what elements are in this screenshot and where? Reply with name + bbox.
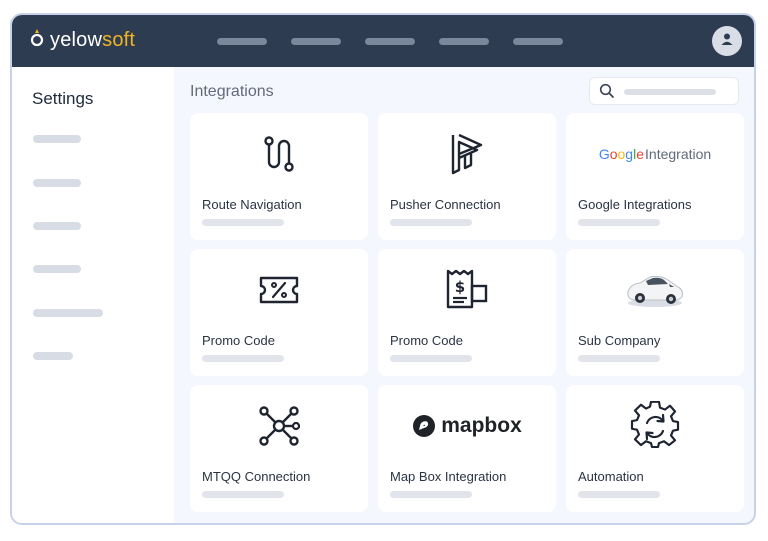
- svg-text:$: $: [455, 278, 465, 296]
- logo[interactable]: yelowsoft: [30, 28, 135, 53]
- sidebar-title: Settings: [32, 89, 94, 108]
- sidebar-item-1[interactable]: [33, 135, 81, 143]
- sidebar-item-6[interactable]: [33, 352, 73, 360]
- card-label: Route Navigation: [202, 197, 302, 212]
- user-icon: [720, 32, 734, 51]
- card-label: Pusher Connection: [390, 197, 501, 212]
- sidebar-item-3[interactable]: [33, 222, 81, 230]
- card-description: [578, 491, 660, 498]
- card-description: [202, 355, 284, 362]
- card-description: [202, 491, 284, 498]
- page-title: Integrations: [190, 83, 274, 100]
- card-promo-code-ticket[interactable]: Promo Code: [190, 249, 368, 376]
- app-window: yelowsoft Settings Integrations Route Na…: [10, 13, 756, 525]
- card-google-integrations[interactable]: Google Integration Google Integrations: [566, 113, 744, 240]
- card-description: [390, 491, 472, 498]
- card-label: Google Integrations: [578, 197, 692, 212]
- nav-item-3[interactable]: [365, 38, 415, 45]
- pusher-logo-icon: [378, 129, 556, 179]
- sidebar-item-4[interactable]: [33, 265, 81, 273]
- card-label: Promo Code: [202, 333, 275, 348]
- card-route-navigation[interactable]: Route Navigation: [190, 113, 368, 240]
- card-description: [390, 355, 472, 362]
- card-map-box-integration[interactable]: mapbox Map Box Integration: [378, 385, 556, 512]
- card-label: Promo Code: [390, 333, 463, 348]
- search-placeholder: [624, 89, 716, 95]
- google-logo-suffix: Integration: [645, 146, 712, 162]
- card-description: [578, 355, 660, 362]
- avatar[interactable]: [712, 26, 742, 56]
- card-label: MTQQ Connection: [202, 469, 311, 484]
- card-promo-code-receipt[interactable]: $ Promo Code: [378, 249, 556, 376]
- route-icon: [190, 129, 368, 179]
- card-pusher-connection[interactable]: Pusher Connection: [378, 113, 556, 240]
- nav-item-5[interactable]: [513, 38, 563, 45]
- card-description: [390, 219, 472, 226]
- nav-item-2[interactable]: [291, 38, 341, 45]
- card-description: [578, 219, 660, 226]
- card-description: [202, 219, 284, 226]
- mapbox-wordmark: mapbox: [441, 414, 522, 437]
- network-hub-icon: [190, 401, 368, 451]
- google-logo: Google Integration: [599, 146, 711, 162]
- mapbox-logo-icon: mapbox: [378, 401, 556, 451]
- card-label: Automation: [578, 469, 644, 484]
- mapbox-mark-icon: [413, 415, 436, 437]
- nav-item-4[interactable]: [439, 38, 489, 45]
- brand-drop-icon: [30, 28, 44, 53]
- card-sub-company[interactable]: Sub Company: [566, 249, 744, 376]
- sidebar-item-2[interactable]: [33, 179, 81, 187]
- sidebar-item-5[interactable]: [33, 309, 103, 317]
- logo-text: yelowsoft: [50, 29, 136, 51]
- sidebar: Settings: [12, 67, 174, 523]
- card-automation[interactable]: Automation: [566, 385, 744, 512]
- mapbox-logo: mapbox: [412, 414, 522, 438]
- search-input[interactable]: [589, 77, 739, 105]
- car-icon: [566, 265, 744, 315]
- google-wordmark: Google: [598, 146, 645, 162]
- receipt-dollar-icon: $: [378, 265, 556, 315]
- nav-item-1[interactable]: [217, 38, 267, 45]
- top-bar: yelowsoft: [12, 15, 754, 67]
- google-logo-icon: Google Integration: [566, 129, 744, 179]
- card-mtqq-connection[interactable]: MTQQ Connection: [190, 385, 368, 512]
- card-label: Map Box Integration: [390, 469, 507, 484]
- ticket-percent-icon: [190, 265, 368, 315]
- search-icon: [599, 83, 615, 104]
- card-label: Sub Company: [578, 333, 661, 348]
- gear-cycle-icon: [566, 401, 744, 451]
